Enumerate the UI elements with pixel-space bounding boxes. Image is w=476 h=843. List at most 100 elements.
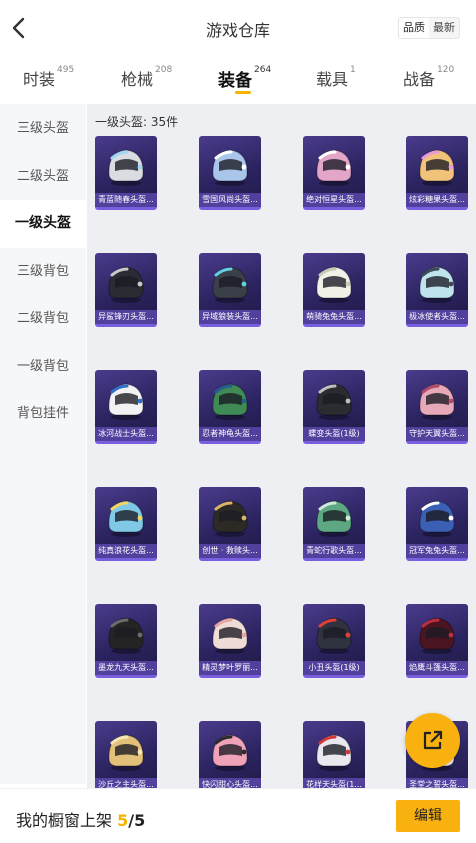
item-name: 精灵梦叶罗丽... [199,661,261,675]
helmet-item-card[interactable]: 沙丘之主头盔... [95,721,157,788]
helmet-item-card[interactable]: 墨龙九天头盔... [95,604,157,678]
group-label: 一级头盔: 35件 [95,115,179,129]
tab-count: 495 [57,65,75,75]
sidebar-item-level2-backpack[interactable]: 二级背包 [0,295,86,343]
helmet-icon [212,149,248,186]
item-name: 冠军兔兔头盔... [406,544,468,558]
helmet-item-card[interactable]: 纯真浪花头盔... [95,487,157,561]
helmet-icon [212,500,248,537]
helmet-item-card[interactable]: 异域狼装头盔... [199,253,261,327]
helmet-icon [108,266,144,303]
helmet-item-card[interactable]: 精灵梦叶罗丽... [199,604,261,678]
helmet-icon [212,617,248,654]
helmet-icon [108,500,144,537]
helmet-icon [212,383,248,420]
tab-label: 枪械 [121,70,154,89]
helmet-icon [108,383,144,420]
helmet-icon [108,617,144,654]
helmet-icon [419,266,455,303]
showcase-label: 我的橱窗上架 [16,811,113,830]
item-name: 快闪甜心头盔... [199,778,261,788]
helmet-item-card[interactable]: 小丑头盔(1级) [303,604,365,678]
tab-label: 装备 [218,71,252,91]
helmet-item-card[interactable]: 花样天头盔(1... [303,721,365,788]
helmet-item-card[interactable]: 守护天翼头盔... [406,370,468,444]
helmet-icon [212,734,248,771]
helmet-icon [316,383,352,420]
share-button[interactable] [405,713,460,768]
helmet-icon [419,500,455,537]
sidebar-item-level1-helmet[interactable]: 一级头盔 [0,200,86,248]
sort-newest-button[interactable]: 最新 [429,18,459,38]
helmet-item-card[interactable]: 极冰使者头盔... [406,253,468,327]
item-name: 炫彩糖果头盔... [406,193,468,207]
helmet-icon [316,617,352,654]
active-tab-indicator [235,91,251,94]
item-name: 异域狼装头盔... [199,310,261,324]
item-grid-panel: 一级头盔: 35件 青蓝随春头盔... 雪国风尚头盔... 绝对恒星头盔... 炫彩糖… [87,104,476,788]
tab-supplies[interactable]: 战备 120 [403,65,454,90]
helmet-icon [419,383,455,420]
sidebar-item-level3-helmet[interactable]: 三级头盔 [0,105,86,153]
item-name: 焰鹰斗篷头盔... [406,661,468,675]
sidebar-item-level3-backpack[interactable]: 三级背包 [0,248,86,296]
helmet-icon [316,734,352,771]
sidebar-item-backpack-charm[interactable]: 背包挂件 [0,390,86,438]
helmet-icon [212,266,248,303]
helmet-icon [108,149,144,186]
helmet-item-card[interactable]: 快闪甜心头盔... [199,721,261,788]
helmet-icon [419,617,455,654]
helmet-item-card[interactable]: 炫彩糖果头盔... [406,136,468,210]
tab-label: 时装 [23,70,56,89]
item-name: 圣堂之誓头盔... [406,778,468,788]
sort-quality-button[interactable]: 品质 [399,18,429,38]
sidebar: 三级头盔 二级头盔 一级头盔 三级背包 二级背包 一级背包 背包挂件 [0,104,86,784]
helmet-item-card[interactable]: 萌骑兔兔头盔... [303,253,365,327]
tab-label: 载具 [316,70,349,89]
tab-label: 战备 [403,70,436,89]
item-name: 墨龙九天头盔... [95,661,157,675]
showcase-total-count: 5 [134,811,146,830]
tab-count: 264 [254,65,272,75]
sidebar-item-level1-backpack[interactable]: 一级背包 [0,343,86,391]
tab-count: 208 [155,65,173,75]
helmet-item-card[interactable]: 冰河战士头盔... [95,370,157,444]
tab-count: 1 [350,65,356,75]
helmet-item-card[interactable]: 青蛇行歌头盔... [303,487,365,561]
helmet-icon [316,149,352,186]
sort-toggle: 品质 最新 [398,17,460,39]
helmet-item-card[interactable]: 创世 · 救赎头... [199,487,261,561]
item-name: 冰河战士头盔... [95,427,157,441]
helmet-icon [316,500,352,537]
helmet-item-card[interactable]: 雪国风尚头盔... [199,136,261,210]
helmet-item-card[interactable]: 绝对恒星头盔... [303,136,365,210]
tab-fashion[interactable]: 时装 495 [23,65,75,90]
tab-guns[interactable]: 枪械 208 [121,65,173,90]
item-name: 蝶变头盔(1级) [303,427,365,441]
item-name: 萌骑兔兔头盔... [303,310,365,324]
helmet-item-card[interactable]: 异鲨锋刃头盔... [95,253,157,327]
sidebar-item-level2-helmet[interactable]: 二级头盔 [0,153,86,201]
item-name: 纯真浪花头盔... [95,544,157,558]
item-name: 青蓝随春头盔... [95,193,157,207]
edit-button[interactable]: 编辑 [396,800,460,832]
showcase-status: 我的橱窗上架 5/5 [16,807,145,831]
tab-equipment[interactable]: 装备264 [218,65,272,91]
item-name: 小丑头盔(1级) [303,661,365,675]
item-name: 沙丘之主头盔... [95,778,157,788]
helmet-icon [316,266,352,303]
item-name: 忍者神龟头盔... [199,427,261,441]
item-name: 绝对恒星头盔... [303,193,365,207]
item-name: 花样天头盔(1... [303,778,365,788]
helmet-item-card[interactable]: 忍者神龟头盔... [199,370,261,444]
helmet-item-card[interactable]: 青蓝随春头盔... [95,136,157,210]
item-name: 异鲨锋刃头盔... [95,310,157,324]
helmet-item-card[interactable]: 冠军兔兔头盔... [406,487,468,561]
helmet-item-card[interactable]: 蝶变头盔(1级) [303,370,365,444]
item-name: 雪国风尚头盔... [199,193,261,207]
helmet-item-card[interactable]: 焰鹰斗篷头盔... [406,604,468,678]
tab-vehicles[interactable]: 载具 1 [316,65,356,90]
showcase-current-count: 5 [117,811,129,830]
item-name: 青蛇行歌头盔... [303,544,365,558]
item-name: 极冰使者头盔... [406,310,468,324]
